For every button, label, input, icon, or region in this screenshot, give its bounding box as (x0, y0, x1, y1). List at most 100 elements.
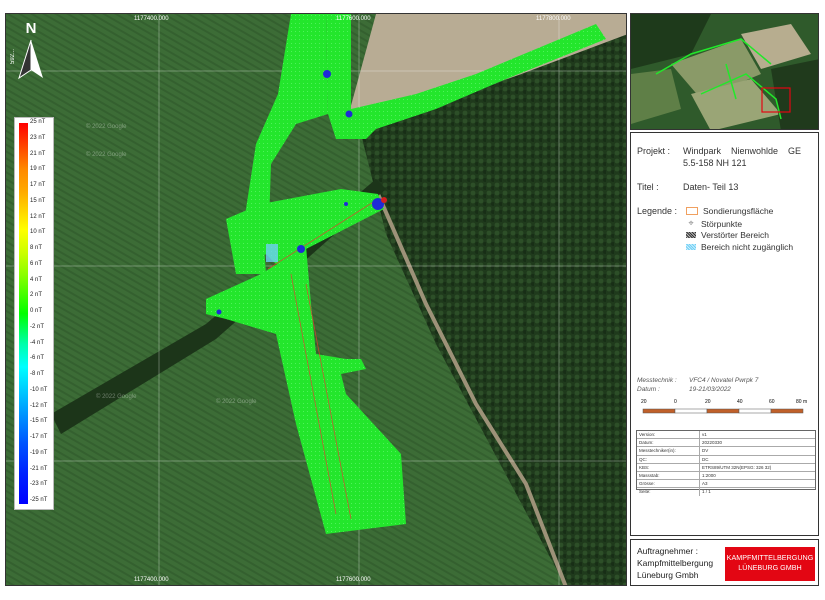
legend-item-nicht-zugaenglich: Bereich nicht zugänglich (686, 242, 793, 252)
metadata-key: Grösse: (637, 480, 700, 488)
metadata-row: QC: DC (637, 455, 815, 464)
coord-bottom-1: 1177400.000 (134, 577, 169, 583)
color-scale-label: 23 nT (30, 134, 46, 141)
map-canvas (6, 14, 626, 585)
metadata-key: QC: (637, 455, 700, 463)
color-scale-label: -23 nT (30, 481, 48, 488)
color-scale-label: -2 nT (30, 323, 45, 330)
metadata-key: KBS: (637, 463, 700, 471)
contractor-panel: Auftragnehmer : Kampfmittelbergung Lüneb… (630, 539, 819, 586)
watermark-1: © 2022 Google (86, 124, 127, 130)
color-scale-label: -6 nT (30, 355, 45, 362)
color-scale-label: 10 nT (30, 229, 46, 236)
legend-item-stoerpunkte: ⌖ Störpunkte (686, 218, 742, 229)
coord-top-1: 1177400.000 (134, 16, 169, 22)
legende-label: Legende : (637, 206, 678, 216)
metadata-key: Seite: (637, 488, 700, 496)
overview-map[interactable] (630, 13, 819, 130)
scale-tick: 80 m (796, 399, 808, 405)
color-scale-label: 15 nT (30, 197, 46, 204)
datum-value: 19-21/03/2022 (689, 386, 731, 393)
metadata-key: Massstab: (637, 471, 700, 480)
company-logo: KAMPFMITTELBERGUNG LÜNEBURG GMBH (725, 547, 815, 581)
legend-label: Sondierungsfläche (703, 206, 774, 216)
metadata-value: v1 (702, 432, 707, 437)
logo-line-2: LÜNEBURG GMBH (738, 563, 802, 572)
messtechnik-value: VFC4 / Novatel Pwrpk 7 (689, 377, 759, 384)
metadata-key: Messtechniker(in): (637, 447, 700, 455)
color-scale-label: 19 nT (30, 166, 46, 173)
color-scale-label: -17 nT (30, 434, 48, 440)
metadata-row: Massstab: 1:2000 (637, 471, 815, 481)
legend-item-sondierung: Sondierungsfläche (686, 206, 773, 216)
metadata-value: DV (702, 448, 709, 454)
color-scale-legend: 25 nT 23 nT 21 nT 19 nT 17 nT 15 nT 12 nT 10 nT… (14, 117, 54, 510)
watermark-4: © 2022 Google (96, 394, 137, 400)
metadata-value: A3 (702, 481, 708, 487)
hatch-swatch-icon (686, 244, 696, 250)
titel-label: Titel : (637, 182, 659, 192)
north-arrow: N (14, 20, 48, 92)
info-panel: Projekt : Windpark Nienwohlde GE 5.5-158… (630, 132, 819, 536)
color-scale-label: 4 nT (30, 276, 43, 283)
titel-value: Daten- Teil 13 (683, 182, 739, 192)
color-scale-label: 6 nT (30, 260, 43, 267)
legend-label: Verstörter Bereich (701, 230, 770, 240)
color-scale-label: 0 nT (30, 308, 43, 314)
color-scale-label: 12 nT (30, 213, 46, 220)
overview-canvas (631, 14, 818, 129)
metadata-value: 1 / 1 (702, 489, 711, 495)
color-scale-label: -25 nT (30, 497, 48, 503)
coord-bottom-2: 1177600.000 (336, 577, 371, 583)
color-scale-label: -4 nT (30, 339, 45, 346)
metadata-value: DC (702, 456, 709, 462)
color-scale-label: 25 nT (30, 119, 46, 125)
metadata-key: Datum: (637, 439, 700, 447)
watermark-3: © 2022 Google (216, 399, 257, 405)
color-scale-label: 17 nT (30, 182, 46, 188)
scale-tick: 0 (674, 399, 677, 405)
watermark-2: © 2022 Google (86, 152, 127, 158)
scale-bar: 20 0 20 40 60 80 m (641, 399, 807, 419)
datum-label: Datum : (637, 386, 660, 393)
color-ramp (19, 123, 28, 504)
metadata-table: Version: v1 Datum: 20220330 Messtechniker(in… (636, 430, 816, 496)
checker-swatch-icon (686, 232, 696, 238)
metadata-key: Version: (637, 431, 700, 439)
coord-top-3: 1177800.000 (536, 16, 571, 22)
sondierung-swatch-icon (686, 207, 698, 215)
projekt-value-2: 5.5-158 NH 121 (683, 158, 747, 168)
scale-tick: 40 (737, 399, 743, 405)
metadata-value: ETRS89/UTM 32N(EPSG: 326 32) (702, 464, 772, 470)
north-arrow-icon (18, 39, 43, 80)
logo-line-1: KAMPFMITTELBERGUNG (726, 553, 814, 562)
projekt-value-1: Windpark Nienwohlde GE (683, 146, 802, 156)
metadata-row: Version: v1 (637, 431, 815, 440)
projekt-label: Projekt : (637, 146, 671, 156)
color-scale-label: 8 nT (30, 245, 43, 251)
scale-bar-graphic (642, 408, 804, 414)
color-scale-label: 2 nT (30, 292, 43, 299)
coord-top-2: 1177600.000 (336, 16, 371, 22)
main-map[interactable]: 1177400.000 1177600.000 1177800.000 1177… (5, 13, 627, 586)
color-scale-label: -19 nT (30, 449, 48, 456)
legend-label: Bereich nicht zugänglich (701, 242, 794, 252)
color-scale-label: -21 nT (30, 465, 48, 472)
legend-item-verstoert: Verstörter Bereich (686, 230, 769, 240)
scale-tick: 60 (769, 399, 775, 405)
contractor-name-2: Lüneburg Gmbh (637, 570, 699, 580)
crosshair-icon: ⌖ (688, 218, 694, 228)
color-scale-label: -10 nT (30, 386, 48, 393)
legend-label: Störpunkte (701, 218, 743, 229)
color-scale-label: -8 nT (30, 371, 45, 377)
contractor-name-1: Kampfmittelbergung (637, 558, 714, 568)
scale-tick: 20 (641, 399, 647, 405)
metadata-row: Messtechniker(in): DV (637, 447, 815, 456)
scale-tick: 20 (705, 399, 711, 405)
metadata-row: Grösse: A3 (637, 480, 815, 489)
metadata-row: KBS: ETRS89/UTM 32N(EPSG: 326 32) (637, 463, 815, 472)
contractor-label: Auftragnehmer : (637, 546, 698, 556)
metadata-value: 20220330 (702, 440, 723, 446)
messtechnik-label: Messtechnik : (637, 377, 677, 384)
inaccessible-area (266, 244, 278, 262)
